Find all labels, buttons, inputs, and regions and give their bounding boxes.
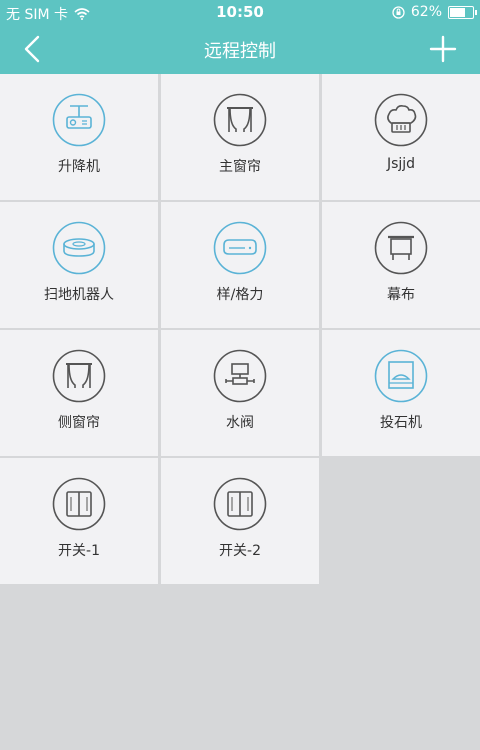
device-label: 样/格力: [216, 287, 264, 303]
page-title: 远程控制: [204, 41, 276, 62]
double-switch-icon: [52, 477, 106, 531]
device-label: 升降机: [58, 159, 100, 175]
device-label: 侧窗帘: [58, 415, 100, 431]
device-label: 幕布: [387, 287, 415, 303]
device-tile[interactable]: 样/格力: [161, 202, 319, 328]
device-tile[interactable]: 水阀: [161, 330, 319, 456]
curtain-icon: [52, 349, 106, 403]
wall-projector-icon: [374, 349, 428, 403]
device-tile[interactable]: Jsjjd: [322, 74, 480, 200]
double-switch-icon: [213, 477, 267, 531]
device-tile[interactable]: 幕布: [322, 202, 480, 328]
device-tile[interactable]: 投石机: [322, 330, 480, 456]
battery-icon: [448, 5, 477, 19]
curtain-icon: [213, 93, 267, 147]
device-label: 水阀: [226, 415, 254, 431]
chef-hat-icon: [374, 93, 428, 147]
device-label: 主窗帘: [219, 159, 261, 175]
device-tile[interactable]: 主窗帘: [161, 74, 319, 200]
add-icon[interactable]: [428, 34, 458, 64]
orientation-lock-icon: [392, 5, 405, 19]
device-label: 投石机: [380, 415, 422, 431]
device-tile[interactable]: 开关-2: [161, 458, 319, 584]
status-right: 62%: [392, 4, 477, 20]
projection-screen-icon: [374, 221, 428, 275]
device-tile[interactable]: 侧窗帘: [0, 330, 158, 456]
device-tile[interactable]: 扫地机器人: [0, 202, 158, 328]
device-label: 开关-2: [219, 543, 261, 559]
device-tile[interactable]: 开关-1: [0, 458, 158, 584]
status-bar: 无 SIM 卡 10:50 62%: [0, 0, 480, 24]
projector-lift-icon: [52, 93, 106, 147]
device-label: 扫地机器人: [44, 287, 114, 303]
robot-vacuum-icon: [52, 221, 106, 275]
water-valve-icon: [213, 349, 267, 403]
nav-bar: 远程控制: [0, 24, 480, 74]
device-label: Jsjjd: [386, 156, 416, 172]
device-tile[interactable]: 升降机: [0, 74, 158, 200]
battery-percent: 62%: [410, 4, 442, 20]
air-conditioner-icon: [213, 221, 267, 275]
device-label: 开关-1: [58, 543, 100, 559]
